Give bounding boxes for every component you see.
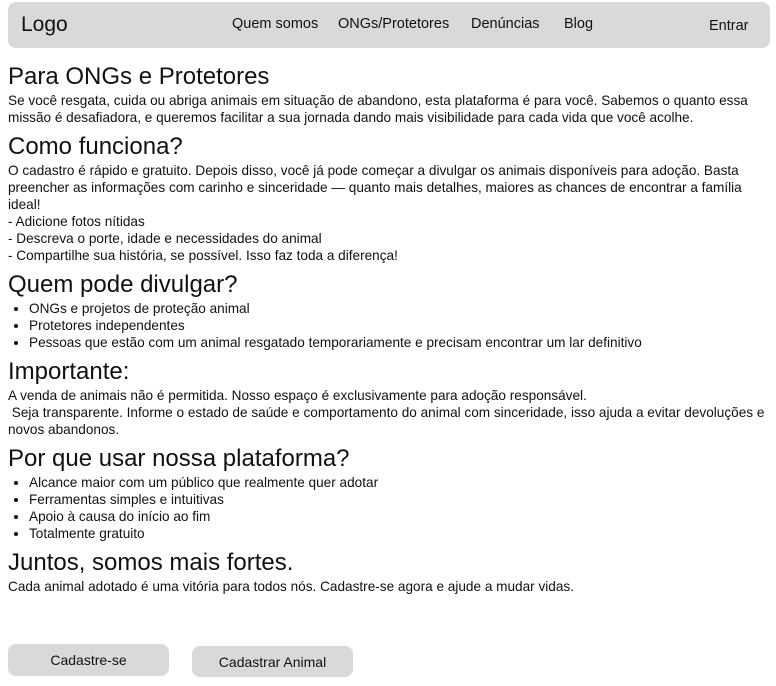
- why-use-heading: Por que usar nossa plataforma?: [8, 445, 350, 472]
- list-item: Alcance maior com um público que realmen…: [29, 474, 768, 491]
- tip-story: - Compartilhe sua história, se possível.…: [8, 248, 398, 263]
- together-text: Cada animal adotado é uma vitória para t…: [8, 579, 574, 594]
- signup-button[interactable]: Cadastre-se: [8, 644, 169, 676]
- nav-blog[interactable]: Blog: [564, 16, 593, 32]
- list-item: Pessoas que estão com um animal resgatad…: [29, 334, 768, 351]
- important-line-2: Seja transparente. Informe o estado de s…: [8, 405, 769, 437]
- login-link[interactable]: Entrar: [709, 18, 749, 34]
- important-heading: Importante:: [8, 358, 130, 385]
- how-it-works-text: O cadastro é rápido e gratuito. Depois d…: [8, 163, 742, 212]
- intro-text: Se você resgata, cuida ou abriga animais…: [8, 93, 748, 125]
- tip-photos: - Adicione fotos nítidas: [8, 214, 145, 229]
- list-item: Totalmente gratuito: [29, 525, 768, 542]
- nav-denuncias[interactable]: Denúncias: [471, 16, 540, 32]
- list-item: Protetores independentes: [29, 317, 768, 334]
- together-heading: Juntos, somos mais fortes.: [8, 549, 294, 576]
- page-title: Para ONGs e Protetores: [8, 63, 270, 90]
- who-can-post-list: ONGs e projetos de proteção animal Prote…: [8, 300, 768, 351]
- logo[interactable]: Logo: [21, 13, 68, 37]
- list-item: Apoio à causa do início ao fim: [29, 508, 768, 525]
- list-item: Ferramentas simples e intuitivas: [29, 491, 768, 508]
- why-use-list: Alcance maior com um público que realmen…: [8, 474, 768, 542]
- main-content: Para ONGs e Protetores Se você resgata, …: [8, 62, 768, 595]
- list-item: ONGs e projetos de proteção animal: [29, 300, 768, 317]
- how-it-works-heading: Como funciona?: [8, 133, 183, 160]
- top-navbar: Logo Quem somos ONGs/Protetores Denúncia…: [8, 2, 770, 48]
- nav-ongs-protetores[interactable]: ONGs/Protetores: [338, 16, 449, 32]
- register-animal-button[interactable]: Cadastrar Animal: [192, 646, 353, 677]
- important-line-1: A venda de animais não é permitida. Noss…: [8, 388, 587, 403]
- nav-quem-somos[interactable]: Quem somos: [232, 16, 318, 32]
- who-can-post-heading: Quem pode divulgar?: [8, 271, 238, 298]
- tip-describe: - Descreva o porte, idade e necessidades…: [8, 231, 322, 246]
